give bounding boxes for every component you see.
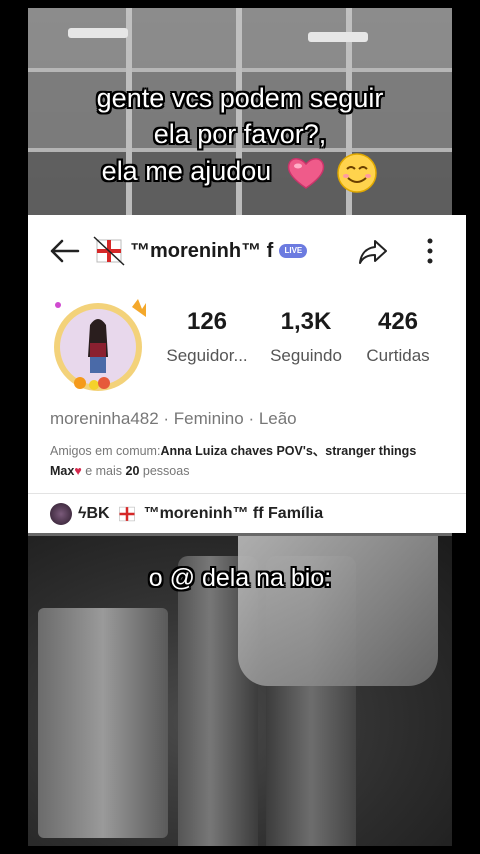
- mutual-friends[interactable]: Amigos em comum:Anna Luiza chaves POV's、…: [50, 441, 450, 481]
- mutual-heart-icon: ♥: [74, 464, 82, 478]
- family-name: ™moreninh™ ff Família: [143, 505, 324, 522]
- profile-card: ™moreninh™ f LIVE 126 Seguidor... 1,3K S…: [28, 215, 466, 533]
- caption-line-2: ela por favor?,: [153, 119, 327, 149]
- divider: [28, 493, 466, 494]
- caption-line-3: ela me ajudou: [101, 156, 272, 187]
- profile-stats: 126 Seguidor... 1,3K Seguindo 426 Curtid…: [162, 307, 462, 377]
- family-avatar: [50, 503, 72, 525]
- stat-following-value: 1,3K: [280, 308, 332, 335]
- jacket: [238, 536, 438, 686]
- profile-display-name: ™moreninh™ f: [130, 239, 274, 262]
- stat-likes-value: 426: [377, 308, 419, 335]
- profile-name-row: ™moreninh™ f LIVE: [92, 235, 308, 267]
- flag-icon: [93, 236, 125, 266]
- family-row[interactable]: ϟBK ™moreninh™ ff Família: [50, 501, 323, 527]
- stat-following-label: Seguindo: [270, 346, 342, 365]
- ceiling-lamp: [68, 28, 128, 38]
- back-arrow-icon[interactable]: [48, 237, 80, 265]
- stat-followers-label: Seguidor...: [166, 346, 248, 365]
- more-icon[interactable]: [424, 235, 436, 267]
- family-prefix: ϟBK: [78, 505, 110, 522]
- stat-followers-value: 126: [186, 308, 228, 335]
- stat-followers[interactable]: 126 Seguidor...: [162, 307, 252, 369]
- profile-handle-info: moreninha482 · Feminino · Leão: [50, 409, 297, 428]
- caption-line-1: gente vcs podem seguir: [96, 83, 384, 113]
- bottom-caption: o @ dela na bio:: [148, 564, 332, 592]
- stat-likes[interactable]: 426 Curtidas: [358, 307, 438, 369]
- stat-likes-label: Curtidas: [366, 346, 430, 365]
- mutual-count: 20: [125, 464, 140, 478]
- mutual-suffix-pre: e mais: [81, 464, 126, 478]
- background-figure: [38, 608, 168, 838]
- share-icon[interactable]: [358, 237, 388, 265]
- top-caption: gente vcs podem seguir ela por favor?, e…: [0, 80, 480, 194]
- ceiling-lamp: [308, 32, 368, 42]
- mutual-suffix-post: pessoas: [139, 464, 190, 478]
- smile-icon: [337, 153, 378, 193]
- caption-line-3-row: ela me ajudou: [0, 152, 480, 194]
- profile-top-bar: ™moreninh™ f LIVE: [28, 215, 466, 285]
- avatar[interactable]: [46, 295, 150, 395]
- heart-icon: [287, 158, 325, 189]
- live-badge: LIVE: [279, 244, 308, 258]
- mutual-prefix: Amigos em comum:: [50, 444, 161, 458]
- stat-following[interactable]: 1,3K Seguindo: [258, 307, 354, 369]
- family-flag-icon: [118, 506, 135, 522]
